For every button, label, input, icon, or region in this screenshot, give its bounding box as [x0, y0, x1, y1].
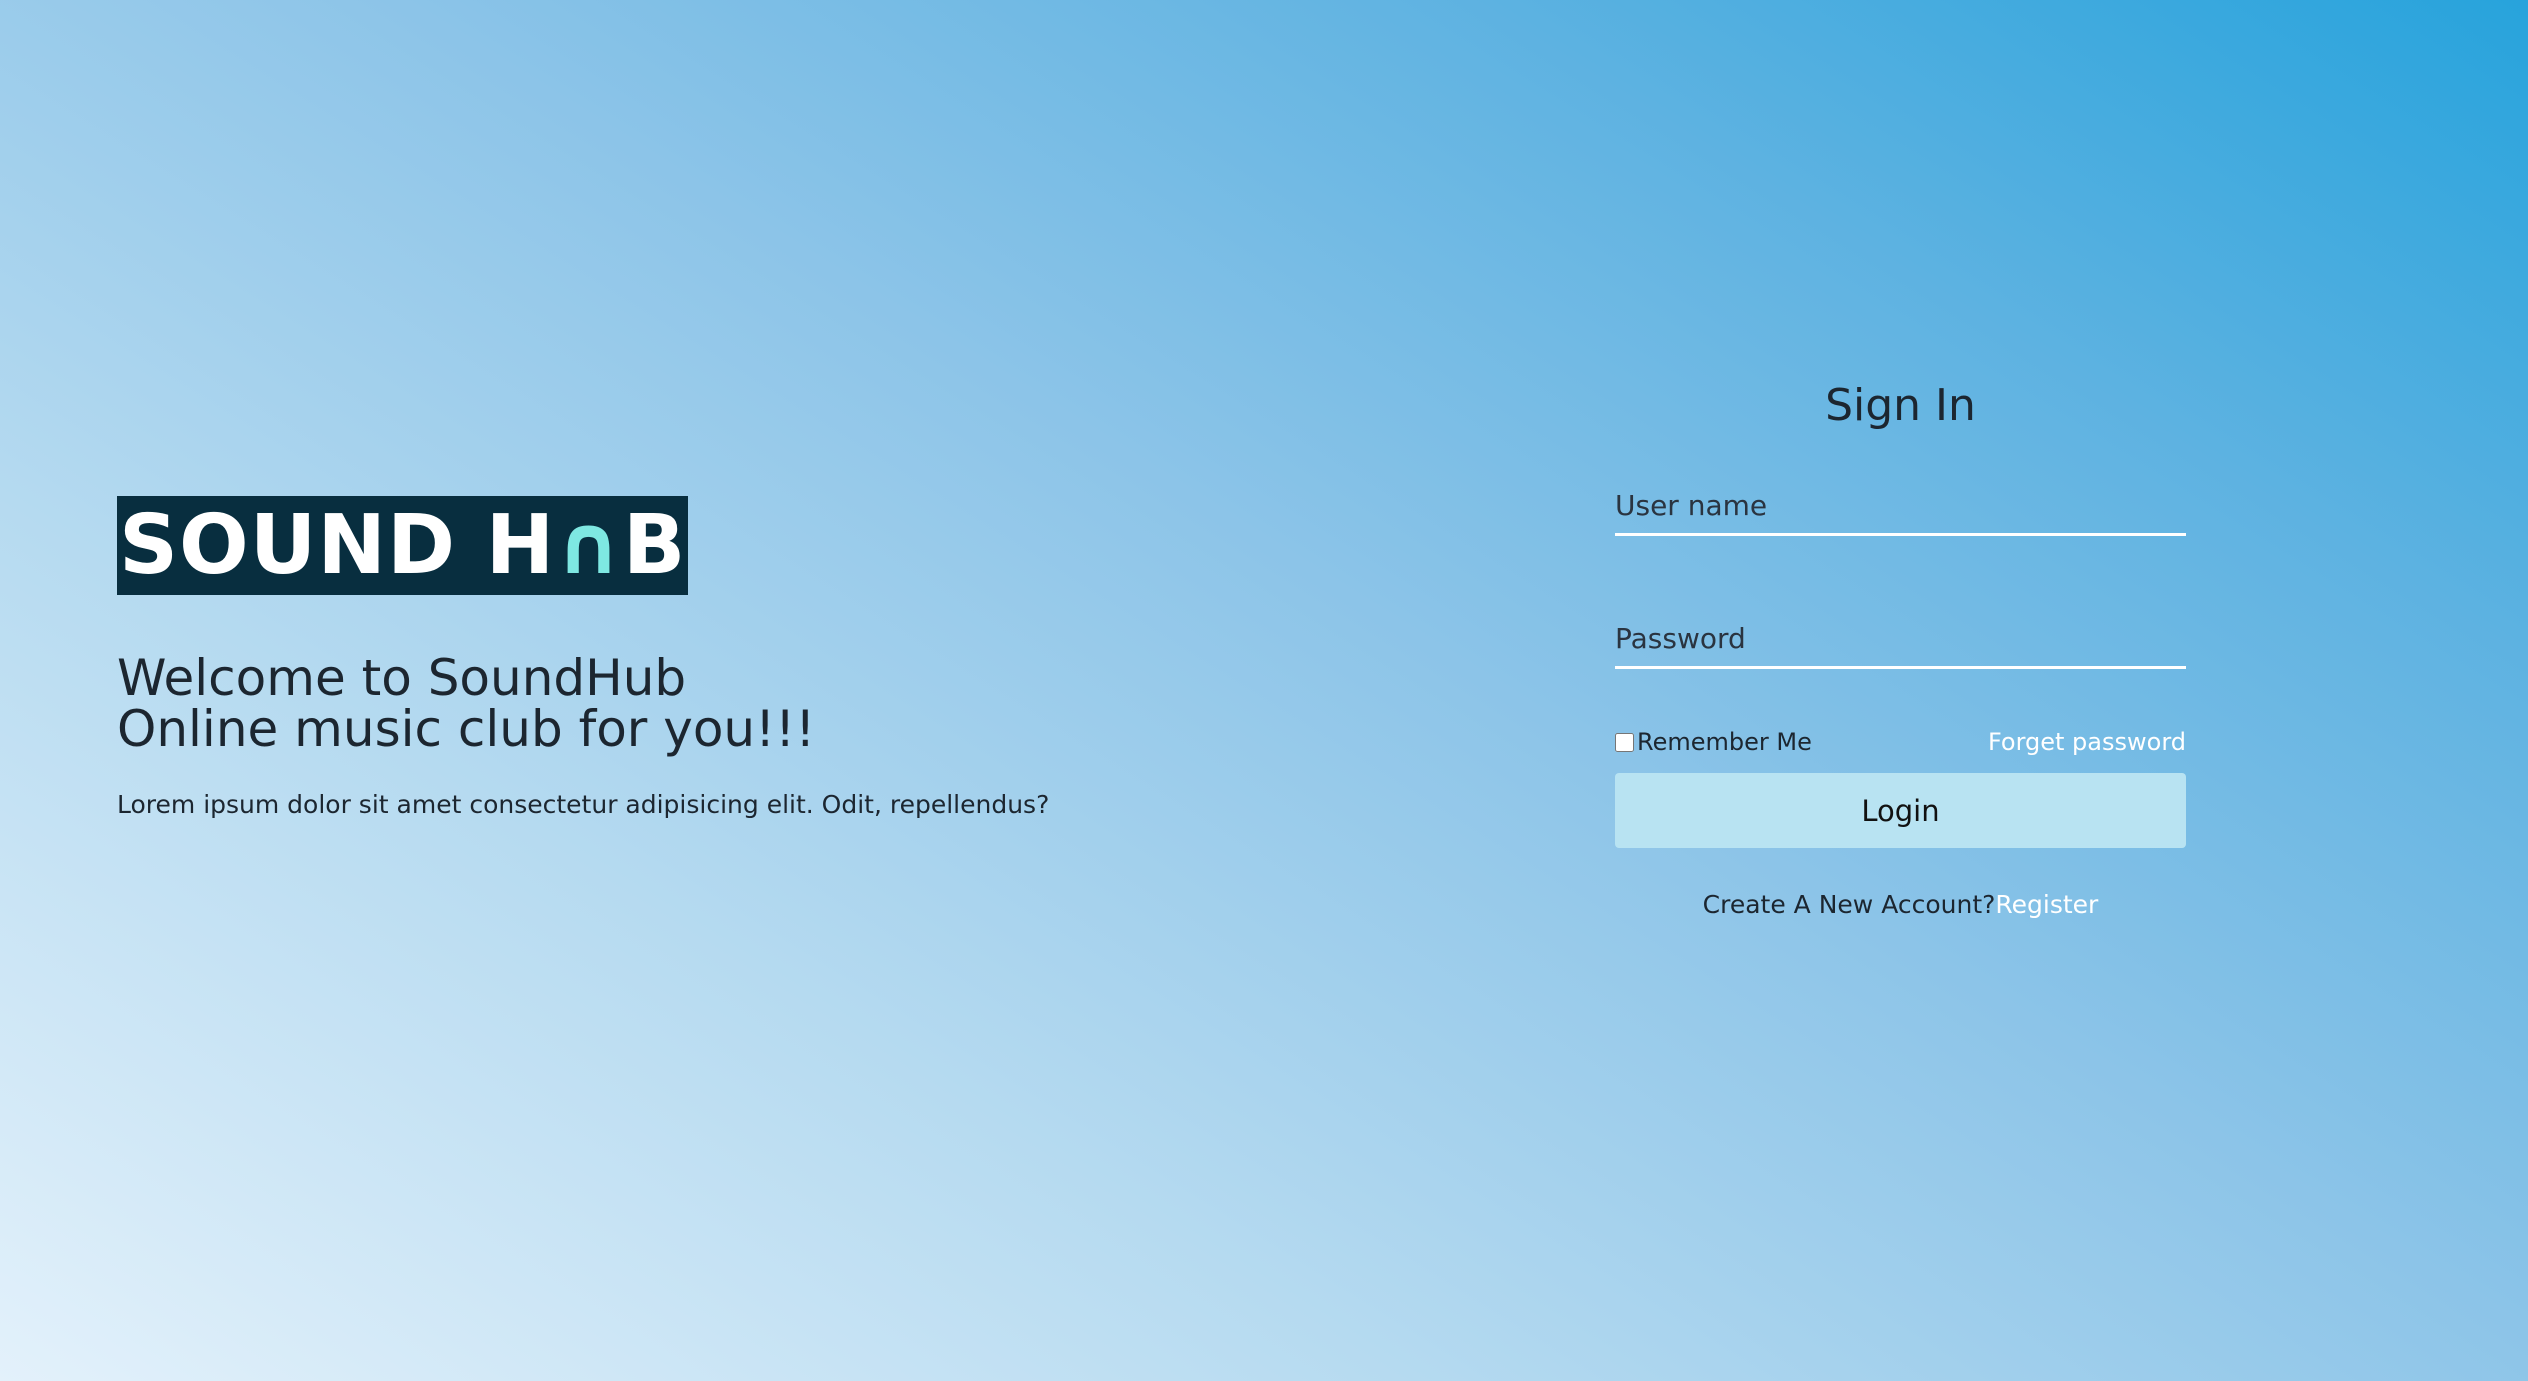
forget-password-link[interactable]: Forget password — [1988, 728, 2186, 756]
signin-title: Sign In — [1825, 380, 1976, 431]
logo-text-suffix: B — [622, 498, 687, 593]
signin-form: Sign In Remember Me Forget password Logi… — [1615, 372, 2186, 919]
hero-section: SOUND H∩B Welcome to SoundHub Online mus… — [117, 496, 1217, 819]
remember-me[interactable]: Remember Me — [1615, 728, 1812, 756]
logo-text-prefix: SOUND H — [119, 498, 556, 593]
welcome-heading: Welcome to SoundHub Online music club fo… — [117, 653, 1217, 755]
remember-me-checkbox[interactable] — [1615, 732, 1634, 752]
welcome-line-1: Welcome to SoundHub — [117, 649, 687, 707]
register-prompt: Create A New Account?Register — [1615, 890, 2186, 919]
soundhub-logo: SOUND H∩B — [117, 496, 689, 595]
create-account-text: Create A New Account? — [1702, 890, 1996, 919]
password-field-wrapper — [1615, 611, 2186, 669]
password-input[interactable] — [1615, 611, 2186, 666]
remember-me-label: Remember Me — [1637, 728, 1812, 756]
hero-description: Lorem ipsum dolor sit amet consectetur a… — [117, 790, 1050, 819]
logo-accent-glyph: ∩ — [555, 498, 623, 593]
username-field-wrapper — [1615, 478, 2186, 536]
username-input[interactable] — [1615, 478, 2186, 533]
welcome-line-2: Online music club for you!!! — [117, 700, 816, 758]
login-button[interactable]: Login — [1615, 773, 2186, 848]
register-link[interactable]: Register — [1995, 890, 2098, 919]
signin-options-row: Remember Me Forget password — [1615, 725, 2186, 759]
